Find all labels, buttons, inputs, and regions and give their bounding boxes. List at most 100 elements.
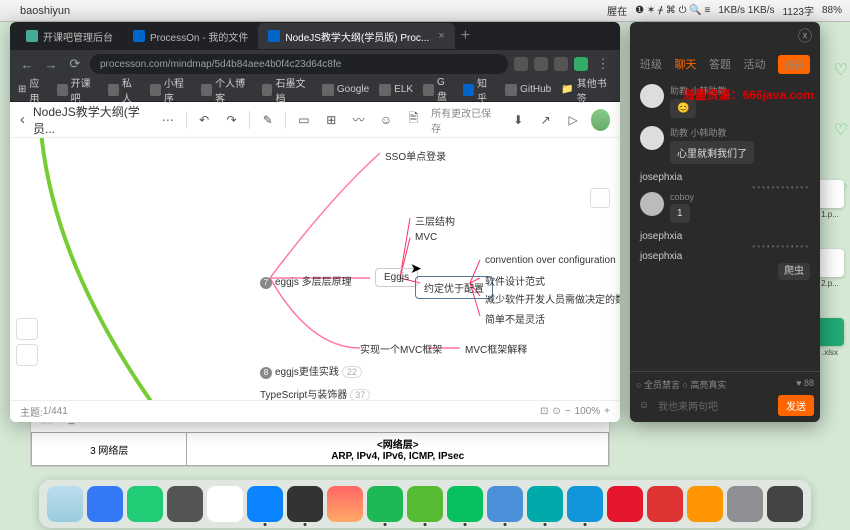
dock-app[interactable]: [287, 486, 323, 522]
dock-app[interactable]: [607, 486, 643, 522]
mindmap-node[interactable]: TypeScript与装饰器37: [260, 386, 370, 401]
fit-button[interactable]: ⊡: [540, 406, 548, 417]
dock-app[interactable]: [407, 486, 443, 522]
ime-indicator[interactable]: 腥在: [607, 3, 627, 18]
redo-button[interactable]: ↷: [222, 109, 241, 131]
back-button[interactable]: ‹: [20, 111, 25, 128]
theme-label: 主题:: [20, 404, 43, 419]
dock-app[interactable]: [127, 486, 163, 522]
mindmap-node[interactable]: 软件设计范式: [485, 273, 545, 288]
chrome-menu[interactable]: ⋮: [594, 56, 612, 72]
dock-app[interactable]: [727, 486, 763, 522]
user-avatar[interactable]: [591, 109, 610, 131]
send-button[interactable]: 发送: [778, 395, 814, 416]
chat-input[interactable]: 我也来两句吧: [658, 398, 772, 413]
bookmark[interactable]: Google: [322, 84, 369, 96]
dock-app[interactable]: [687, 486, 723, 522]
collapse-button[interactable]: [590, 188, 610, 208]
dock-app[interactable]: [527, 486, 563, 522]
extension-icon[interactable]: [534, 57, 548, 71]
zoom-out[interactable]: −: [565, 406, 571, 417]
close-icon[interactable]: ⓧ: [798, 26, 812, 46]
line-tool[interactable]: 〰: [349, 109, 368, 131]
dock-app[interactable]: [567, 486, 603, 522]
dock-app[interactable]: [327, 486, 363, 522]
emoji-button[interactable]: ☺: [636, 398, 652, 414]
mute-toggle[interactable]: ○: [636, 380, 644, 390]
undo-button[interactable]: ↶: [194, 109, 213, 131]
bookmark[interactable]: GitHub: [505, 84, 551, 96]
tab-active[interactable]: NodeJS教学大纲(学员版) Proc...×: [258, 23, 454, 49]
nav-reload[interactable]: ⟳: [66, 56, 84, 72]
mindmap-node[interactable]: MVC: [415, 232, 437, 243]
close-icon[interactable]: ×: [438, 30, 444, 42]
icon-tool[interactable]: ☺: [376, 109, 395, 131]
extension-icon[interactable]: [574, 57, 588, 71]
tab-class[interactable]: 班级: [640, 56, 662, 72]
dock-app[interactable]: [167, 486, 203, 522]
layout-tool[interactable]: ⊞: [322, 109, 341, 131]
mindmap-node[interactable]: 实现一个MVC框架: [360, 341, 442, 356]
refresh-button[interactable]: 刷新: [778, 55, 810, 74]
avatar[interactable]: [640, 126, 664, 150]
tab-quiz[interactable]: 答题: [709, 56, 731, 72]
share-button[interactable]: ↗: [536, 109, 555, 131]
bookmark[interactable]: 个人博客: [201, 75, 251, 105]
tab-activity[interactable]: 活动: [744, 56, 766, 72]
mindmap-node[interactable]: SSO单点登录: [385, 148, 446, 163]
download-button[interactable]: ⬇: [509, 109, 528, 131]
bookmark[interactable]: G盘: [423, 77, 453, 103]
other-bookmarks[interactable]: 📁 其他书签: [561, 75, 612, 105]
nav-back[interactable]: ←: [18, 57, 36, 72]
url-input[interactable]: processon.com/mindmap/5d4b84aee4b0f4c23d…: [90, 54, 508, 74]
dock-app[interactable]: [207, 486, 243, 522]
net-stats: 1KB/s 1KB/s: [718, 5, 774, 16]
avatar[interactable]: [640, 84, 664, 108]
mindmap-node[interactable]: 8eggjs更佳实践22: [260, 363, 362, 379]
bookmark[interactable]: 私人: [108, 75, 140, 105]
zoom-in[interactable]: +: [604, 406, 610, 417]
mindmap-node[interactable]: Eggjs: [375, 268, 418, 287]
mindmap-node-selected[interactable]: 约定优于配置: [415, 276, 493, 299]
dock-app[interactable]: [87, 486, 123, 522]
dock-app[interactable]: [767, 486, 803, 522]
mindmap-canvas[interactable]: SSO单点登录 三层结构 MVC 7eggjs 多层层原理 Eggjs 约定优于…: [10, 138, 620, 422]
dock-app[interactable]: [487, 486, 523, 522]
dock-app[interactable]: [447, 486, 483, 522]
new-tab-button[interactable]: +: [461, 27, 470, 45]
mindmap-node[interactable]: 三层结构: [415, 213, 455, 228]
mindmap-node[interactable]: MVC框架解释: [465, 341, 527, 356]
more-icon[interactable]: ⋯: [158, 109, 177, 131]
mindmap-node[interactable]: 7eggjs 多层层原理: [260, 273, 352, 289]
message-list[interactable]: 海量资源：666java.com 助教 小韩助教😊 助教 小韩助教心里就剩我们了…: [630, 78, 820, 371]
bookmark[interactable]: 小程序: [150, 75, 191, 105]
bookmark[interactable]: 知乎: [463, 75, 495, 105]
format-brush[interactable]: ✎: [258, 109, 277, 131]
dock-app[interactable]: [367, 486, 403, 522]
style-panel-button[interactable]: [16, 344, 38, 366]
dock-app[interactable]: [47, 486, 83, 522]
mindmap-node[interactable]: convention over configuration: [485, 255, 616, 266]
tab[interactable]: 开课吧管理后台: [16, 23, 123, 49]
document-title[interactable]: NodeJS教学大纲(学员...: [33, 103, 146, 137]
mindmap-node[interactable]: 简单不是灵活: [485, 311, 545, 326]
style-tool[interactable]: ▭: [294, 109, 313, 131]
avatar[interactable]: [640, 192, 664, 216]
dock-app[interactable]: [247, 486, 283, 522]
bookmark[interactable]: 开课吧: [57, 75, 98, 105]
extension-icon[interactable]: [514, 57, 528, 71]
apps-button[interactable]: ⊞ 应用: [18, 75, 47, 105]
outline-button[interactable]: [16, 318, 38, 340]
app-name[interactable]: baoshiyun: [20, 5, 70, 17]
dock-app[interactable]: [647, 486, 683, 522]
mindmap-node[interactable]: 减少软件开发人员需做决定的数量: [485, 291, 620, 306]
bookmark[interactable]: 石墨文档: [262, 75, 312, 105]
like-count[interactable]: ♥ 88: [796, 378, 814, 391]
note-tool[interactable]: 🗎: [404, 109, 423, 131]
tab-chat[interactable]: 聊天: [675, 56, 697, 72]
bookmark[interactable]: ELK: [379, 84, 413, 96]
tab[interactable]: ProcessOn - 我的文件: [123, 23, 258, 49]
present-button[interactable]: ▷: [563, 109, 582, 131]
extension-icon[interactable]: [554, 57, 568, 71]
center-button[interactable]: ⊙: [552, 406, 560, 417]
